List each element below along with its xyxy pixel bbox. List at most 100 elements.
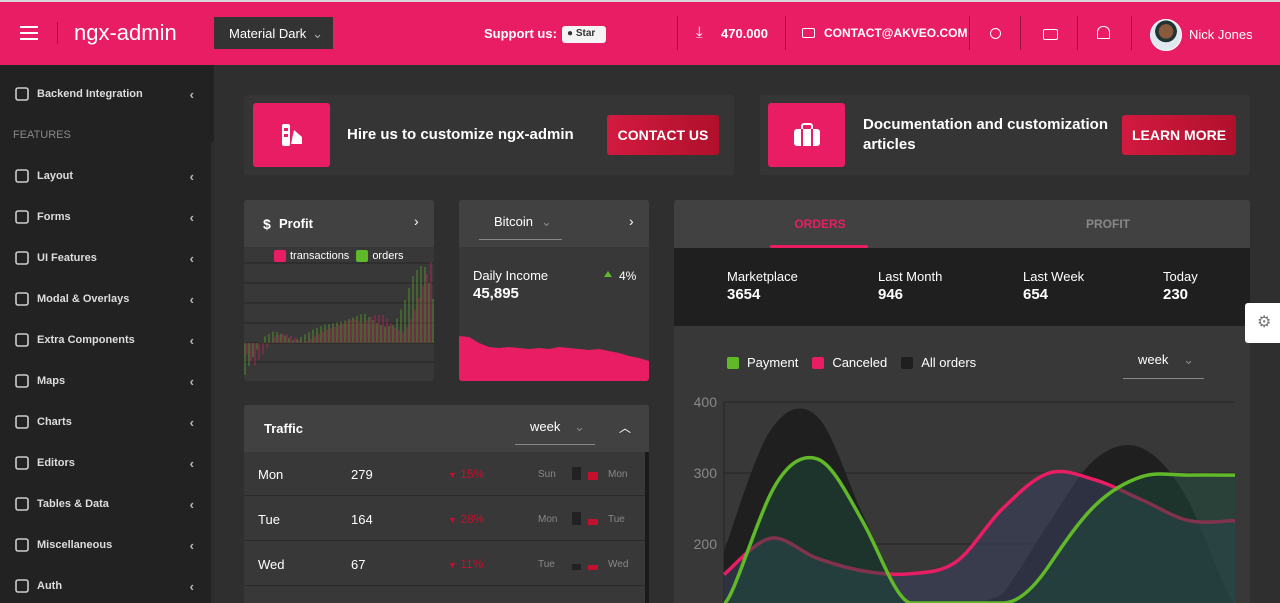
y-tick-label: 400 [694, 394, 718, 410]
shuffle-icon [15, 538, 29, 552]
sidebar-scrollbar[interactable] [211, 142, 214, 603]
sidebar: Backend Integration ‹ FEATURES Layout ‹ Forms… [0, 65, 214, 603]
theme-value: Material Dark [229, 26, 307, 41]
legend-label: transactions [290, 250, 350, 262]
map-icon [15, 374, 29, 388]
sidebar-item-label: Tables & Data [37, 498, 109, 510]
github-star-button[interactable]: ● Star [562, 26, 606, 43]
currency-value: Bitcoin [494, 214, 534, 229]
contact-us-button[interactable]: CONTACT US [607, 115, 719, 155]
legend-swatch [812, 356, 825, 369]
chevron-right-icon[interactable]: › [414, 213, 419, 229]
chevron-left-icon: ‹ [189, 537, 194, 553]
profit-header [244, 200, 434, 247]
chevron-down-icon: ⌄ [312, 26, 323, 41]
sidebar-item-label: Maps [37, 375, 66, 387]
sidebar-item-ui-features[interactable]: UI Features ‹ [14, 248, 194, 268]
search-icon[interactable] [990, 28, 1001, 39]
day: Tue [258, 512, 280, 527]
sidebar-item-layout[interactable]: Layout ‹ [14, 166, 194, 186]
stat-item: Last Month 946 [878, 269, 942, 303]
income-area-chart [459, 336, 649, 381]
sidebar-item-forms[interactable]: Forms ‹ [14, 207, 194, 227]
profit-card: $ Profit › transactions orders [244, 200, 434, 381]
cur-label: Mon [608, 469, 628, 480]
sidebar-item-label: Extra Components [37, 334, 135, 346]
menu-icon[interactable] [20, 26, 38, 40]
sidebar-item-label: Backend Integration [37, 88, 143, 100]
delta-value: 28% [460, 512, 485, 526]
theme-select[interactable]: Material Dark ⌄ [214, 17, 333, 49]
app-title[interactable]: ngx-admin [74, 20, 177, 46]
trend-down-icon: ▼ [448, 560, 457, 570]
period-select[interactable]: week ⌄ [515, 419, 595, 445]
stat-item: Last Week 654 [1023, 269, 1084, 303]
prev-bar [572, 512, 581, 525]
download-icon: ⤓ [696, 24, 703, 41]
legend-label: Canceled [832, 355, 888, 370]
delta: ▼ 11% [448, 557, 483, 571]
period-value: week [1138, 352, 1169, 367]
sidebar-item-modal-overlays[interactable]: Modal & Overlays ‹ [14, 289, 194, 309]
period-value: week [530, 419, 561, 434]
cur-label: Wed [608, 559, 629, 570]
traffic-scrollbar[interactable] [645, 452, 649, 603]
prev-bar [572, 563, 581, 570]
sidebar-item-charts[interactable]: Charts ‹ [14, 412, 194, 432]
legend-swatch [901, 356, 914, 369]
value: 164 [351, 512, 373, 527]
traffic-row: Tue 164 ▼ 28% Mon Tue [244, 497, 649, 541]
stat-value: 230 [1163, 286, 1189, 303]
sidebar-item-label: Forms [37, 211, 71, 223]
contact-link[interactable]: CONTACT@AKVEO.COM [824, 26, 967, 40]
legend-label: Payment [747, 355, 799, 370]
chevron-down-icon: ⌄ [1183, 352, 1194, 367]
banner-text: Documentation and customization articles [863, 116, 1109, 153]
chevron-left-icon: ‹ [189, 86, 194, 102]
sidebar-item-tables-data[interactable]: Tables & Data ‹ [14, 494, 194, 514]
income-area [459, 336, 649, 381]
traffic-row: Wed 67 ▼ 11% Tue Wed [244, 542, 649, 586]
sidebar-item-maps[interactable]: Maps ‹ [14, 371, 194, 391]
value: 279 [351, 467, 373, 482]
user-name[interactable]: Nick Jones [1189, 27, 1253, 42]
chevron-left-icon: ‹ [189, 496, 194, 512]
chevron-left-icon: ‹ [189, 332, 194, 348]
mail-icon[interactable] [1043, 29, 1058, 40]
chevron-down-icon: ⌄ [574, 419, 585, 434]
sidebar-item-backend-integration[interactable]: Backend Integration ‹ [14, 84, 194, 104]
sidebar-item-auth[interactable]: Auth ‹ [14, 576, 194, 596]
currency-select[interactable]: Bitcoin ⌄ [479, 214, 562, 240]
stat-value: 654 [1023, 286, 1049, 303]
grid-icon [15, 251, 29, 265]
grid-small-icon [15, 497, 29, 511]
stat-item: Today 230 [1163, 269, 1198, 303]
tab-orders[interactable]: ORDERS [770, 217, 870, 231]
sidebar-item-editors[interactable]: Editors ‹ [14, 453, 194, 473]
profit-chart [244, 262, 434, 375]
legend-label: All orders [921, 355, 977, 370]
settings-toggle[interactable]: ⚙ [1245, 303, 1280, 343]
collapse-icon[interactable]: ︿ [619, 419, 631, 436]
chart-period-select[interactable]: week ⌄ [1123, 352, 1204, 379]
bitcoin-card: Bitcoin ⌄ › Daily Income 45,895 4% [459, 200, 649, 381]
tab-profit[interactable]: PROFIT [1058, 217, 1158, 231]
cur-bar [588, 565, 598, 570]
sidebar-item-label: Auth [37, 580, 63, 592]
legend-swatch [274, 250, 286, 262]
sidebar-item-extra-components[interactable]: Extra Components ‹ [14, 330, 194, 350]
bell-icon[interactable] [1097, 26, 1110, 39]
stat-label: Last Week [1023, 269, 1085, 284]
learn-more-button[interactable]: LEARN MORE [1122, 115, 1236, 155]
stat-label: Last Month [878, 269, 943, 284]
chevron-right-icon[interactable]: › [629, 213, 634, 229]
daily-income-value: 45,895 [473, 285, 519, 302]
prev-label: Tue [538, 559, 555, 570]
sidebar-item-miscellaneous[interactable]: Miscellaneous ‹ [14, 535, 194, 555]
swatch-icon [253, 103, 330, 167]
avatar[interactable] [1150, 19, 1182, 51]
downloads-count: 470.000 [721, 26, 768, 41]
delta: ▼ 15% [448, 467, 484, 481]
stat-label: Marketplace [727, 269, 798, 284]
support-label: Support us: [484, 26, 557, 41]
